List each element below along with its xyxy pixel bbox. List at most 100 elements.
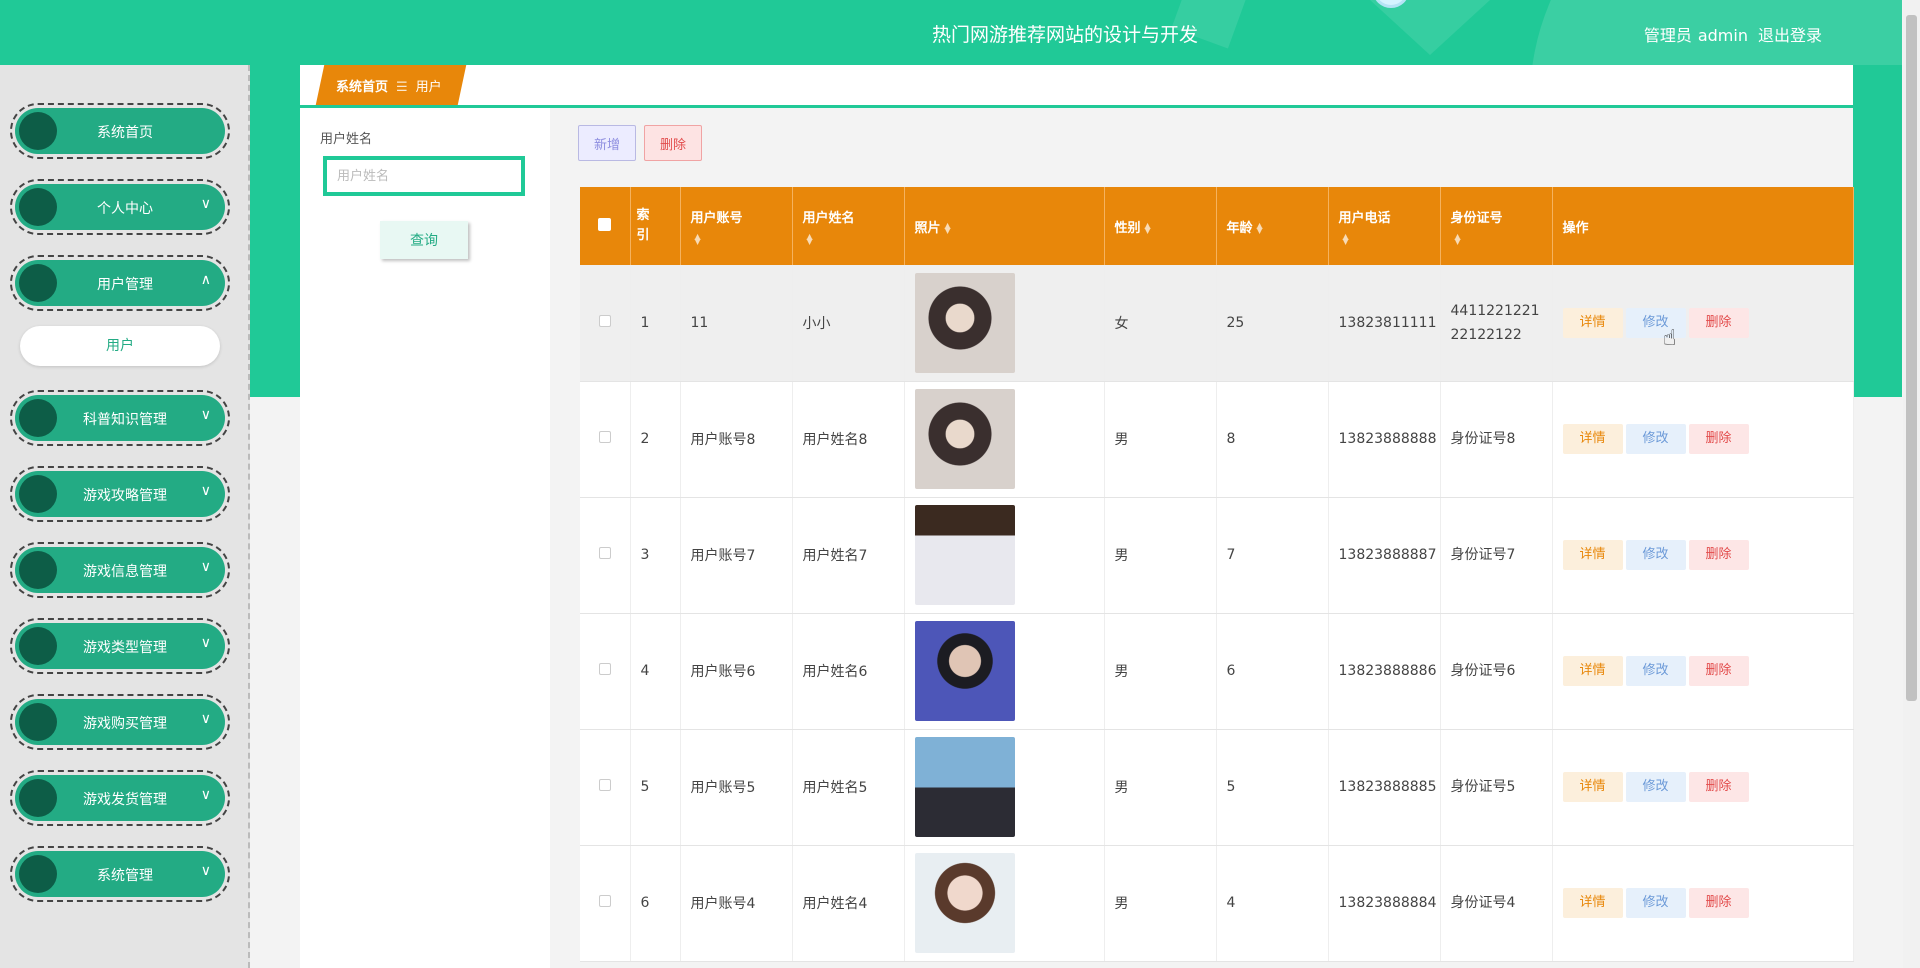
sidebar-item-pill: 科普知识管理 ∨: [15, 395, 225, 441]
sidebar-subitem-user[interactable]: 用户: [20, 326, 220, 366]
cell-age: 5: [1216, 729, 1329, 846]
add-button[interactable]: 新增: [578, 125, 636, 161]
cell-account: 用户账号7: [680, 497, 793, 614]
cell-actions: 详情 修改 删除: [1552, 381, 1854, 498]
user-photo[interactable]: [914, 505, 1015, 605]
sidebar-item-shipping-mgmt[interactable]: 游戏发货管理 ∨: [10, 770, 230, 826]
cell-actions: 详情 修改 删除: [1552, 613, 1854, 730]
sidebar-item-dot-icon: [19, 475, 57, 513]
cell-age: 8: [1216, 381, 1329, 498]
sidebar-item-dot-icon: [19, 399, 57, 437]
sidebar-item-pill: 个人中心 ∨: [15, 184, 225, 230]
column-header-label: 索引: [636, 208, 650, 243]
sidebar-item-game-info-mgmt[interactable]: 游戏信息管理 ∨: [10, 542, 230, 598]
column-header-phone[interactable]: 用户电话 ▲ ▼: [1328, 187, 1441, 265]
search-input[interactable]: [323, 156, 525, 196]
table-row[interactable]: 4 用户账号6 用户姓名6 男 6 13823888886 身份证号6 详情 修改 删除: [580, 613, 1854, 730]
sort-icon[interactable]: ▲ ▼: [695, 233, 701, 246]
delete-button[interactable]: 删除: [1688, 307, 1749, 338]
sidebar-item-label: 游戏购买管理: [83, 716, 167, 732]
column-header-index[interactable]: 索引: [630, 187, 681, 265]
row-select-cell: [580, 613, 631, 730]
user-photo[interactable]: [914, 853, 1015, 953]
edit-button[interactable]: 修改: [1625, 772, 1686, 802]
table-row[interactable]: 3 用户账号7 用户姓名7 男 7 13823888887 身份证号7 详情 修改 删除: [580, 497, 1854, 614]
sidebar-item-system-mgmt[interactable]: 系统管理 ∨: [10, 846, 230, 902]
sidebar-item-label: 个人中心: [97, 201, 153, 217]
logout-link[interactable]: 退出登录: [1758, 26, 1822, 45]
sidebar-item-label: 游戏信息管理: [83, 564, 167, 580]
edit-button[interactable]: 修改: [1625, 888, 1686, 918]
user-photo[interactable]: [914, 621, 1015, 721]
delete-button[interactable]: 删除: [1688, 656, 1749, 686]
sort-icon[interactable]: ▲ ▼: [1257, 222, 1263, 235]
sidebar-item-pill: 系统首页: [15, 108, 225, 154]
user-photo[interactable]: [914, 389, 1015, 489]
sidebar-item-science-mgmt[interactable]: 科普知识管理 ∨: [10, 390, 230, 446]
sort-icon[interactable]: ▲ ▼: [807, 233, 813, 246]
edit-button[interactable]: 修改: [1625, 424, 1686, 454]
sort-icon[interactable]: ▲ ▼: [1455, 233, 1461, 246]
column-header-gender[interactable]: 性别 ▲ ▼: [1104, 187, 1217, 265]
user-photo[interactable]: [914, 272, 1015, 373]
row-checkbox[interactable]: [598, 314, 611, 327]
user-info: 管理员 admin 退出登录: [1634, 22, 1822, 46]
select-all-checkbox[interactable]: [598, 217, 612, 231]
column-header-label: 用户账号: [690, 210, 743, 226]
cell-index: 3: [630, 497, 681, 614]
row-checkbox[interactable]: [598, 547, 611, 559]
sidebar-item-home[interactable]: 系统首页: [10, 103, 230, 159]
column-header-age[interactable]: 年龄 ▲ ▼: [1216, 187, 1329, 265]
cell-photo: [904, 845, 1105, 962]
sidebar-item-guide-mgmt[interactable]: 游戏攻略管理 ∨: [10, 466, 230, 522]
edit-button[interactable]: 修改: [1625, 656, 1686, 686]
detail-button[interactable]: 详情: [1562, 424, 1623, 454]
row-checkbox[interactable]: [598, 779, 611, 791]
column-header-photo[interactable]: 照片 ▲ ▼: [904, 187, 1105, 265]
sort-icon[interactable]: ▲ ▼: [1145, 222, 1151, 235]
top-header: 热门网游推荐网站的设计与开发 管理员 admin 退出登录: [0, 0, 1902, 65]
cell-photo: [904, 381, 1105, 498]
column-header-account[interactable]: 用户账号 ▲ ▼: [680, 187, 793, 265]
column-header-label: 性别: [1114, 220, 1141, 236]
cell-gender: 男: [1104, 613, 1217, 730]
sidebar-item-purchase-mgmt[interactable]: 游戏购买管理 ∨: [10, 694, 230, 750]
column-header-label: 年龄: [1226, 220, 1253, 236]
chevron-icon: ∨: [200, 863, 211, 879]
row-checkbox[interactable]: [598, 431, 611, 443]
delete-button[interactable]: 删除: [1688, 772, 1749, 802]
table-row[interactable]: 5 用户账号5 用户姓名5 男 5 13823888885 身份证号5 详情 修改 删除: [580, 729, 1854, 846]
chevron-icon: ∨: [200, 787, 211, 803]
delete-button[interactable]: 删除: [1688, 888, 1749, 918]
table-row[interactable]: 6 用户账号4 用户姓名4 男 4 13823888884 身份证号4 详情 修改 删除: [580, 845, 1854, 962]
sort-icon[interactable]: ▲ ▼: [1343, 233, 1349, 246]
breadcrumb-home[interactable]: 系统首页: [336, 80, 388, 95]
batch-delete-button[interactable]: 删除: [644, 125, 702, 161]
detail-button[interactable]: 详情: [1562, 540, 1623, 570]
user-photo[interactable]: [914, 737, 1015, 837]
edit-button[interactable]: 修改: [1625, 540, 1686, 570]
detail-button[interactable]: 详情: [1562, 307, 1623, 338]
column-header-name[interactable]: 用户姓名 ▲ ▼: [792, 187, 905, 265]
delete-button[interactable]: 删除: [1688, 540, 1749, 570]
query-button[interactable]: 查询: [380, 221, 468, 259]
site-title: 热门网游推荐网站的设计与开发: [931, 24, 1198, 46]
table-row[interactable]: 1 11 小小女 25 13823811111 441122122122122122 详情修…: [580, 265, 1854, 382]
cell-gender: 男: [1104, 381, 1217, 498]
sort-icon[interactable]: ▲ ▼: [945, 222, 951, 235]
detail-button[interactable]: 详情: [1562, 772, 1623, 802]
delete-button[interactable]: 删除: [1688, 424, 1749, 454]
detail-button[interactable]: 详情: [1562, 656, 1623, 686]
table-row[interactable]: 2 用户账号8 用户姓名8 男 8 13823888888 身份证号8 详情 修改 删除: [580, 381, 1854, 498]
mouse-cursor-icon: ☝: [1663, 326, 1677, 351]
sidebar-item-profile[interactable]: 个人中心 ∨: [10, 179, 230, 235]
row-checkbox[interactable]: [598, 663, 611, 675]
row-checkbox[interactable]: [598, 895, 611, 907]
detail-button[interactable]: 详情: [1562, 888, 1623, 918]
sidebar-item-user-mgmt[interactable]: 用户管理 ∧: [10, 255, 230, 311]
cell-index: 1: [630, 265, 681, 382]
sidebar-item-game-type-mgmt[interactable]: 游戏类型管理 ∨: [10, 618, 230, 674]
edit-button[interactable]: 修改: [1625, 307, 1686, 338]
scrollbar-thumb[interactable]: [1906, 15, 1917, 701]
column-header-idcard[interactable]: 身份证号 ▲ ▼: [1440, 187, 1553, 265]
